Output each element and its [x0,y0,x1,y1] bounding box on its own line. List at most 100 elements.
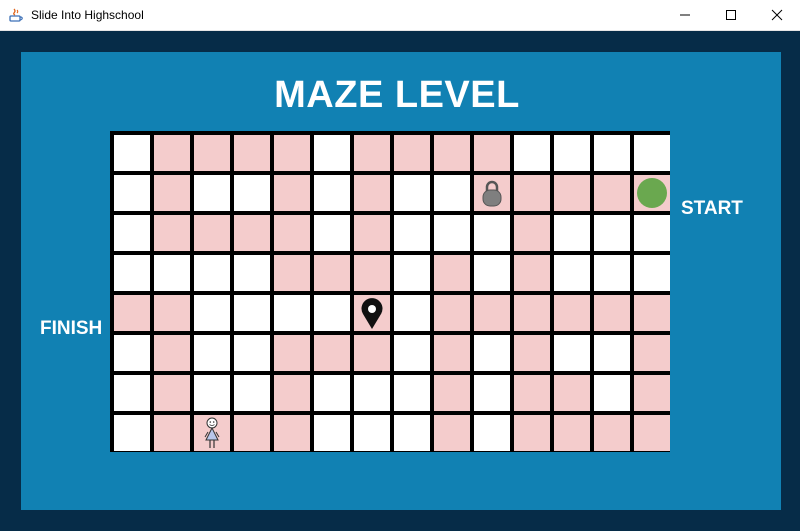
maze-cell[interactable] [274,335,310,371]
maze-cell[interactable] [154,375,190,411]
maze-cell[interactable] [474,295,510,331]
maze-cell[interactable] [634,415,670,451]
maze-cell[interactable] [474,335,510,371]
maze-cell[interactable] [314,255,350,291]
maze-cell[interactable] [274,375,310,411]
maze-grid[interactable] [110,131,670,452]
maze-cell[interactable] [394,175,430,211]
maze-cell[interactable] [394,255,430,291]
maze-cell[interactable] [514,255,550,291]
maze-cell[interactable] [114,375,150,411]
maze-cell[interactable] [634,335,670,371]
maze-cell[interactable] [434,215,470,251]
maze-cell[interactable] [154,255,190,291]
maze-cell[interactable] [474,255,510,291]
maze-cell[interactable] [114,255,150,291]
maze-cell[interactable] [234,175,270,211]
maze-cell[interactable] [554,375,590,411]
maze-cell[interactable] [314,175,350,211]
maze-cell[interactable] [594,215,630,251]
maze-cell[interactable] [234,255,270,291]
maze-cell[interactable] [594,135,630,171]
close-button[interactable] [754,0,800,30]
maze-cell[interactable] [514,375,550,411]
maze-cell[interactable] [514,295,550,331]
maze-cell[interactable] [594,415,630,451]
maze-cell[interactable] [274,295,310,331]
maze-cell[interactable] [354,175,390,211]
maze-cell[interactable] [514,135,550,171]
maze-cell[interactable] [354,375,390,411]
maze-cell[interactable] [634,255,670,291]
maze-cell[interactable] [114,415,150,451]
maze-cell[interactable] [274,415,310,451]
maze-cell[interactable] [554,295,590,331]
maze-cell[interactable] [474,415,510,451]
maze-cell[interactable] [554,415,590,451]
maze-cell[interactable] [434,135,470,171]
maze-cell[interactable] [474,135,510,171]
maximize-button[interactable] [708,0,754,30]
maze-cell[interactable] [274,215,310,251]
maze-cell[interactable] [194,295,230,331]
maze-cell[interactable] [314,375,350,411]
maze-cell[interactable] [394,415,430,451]
maze-cell[interactable] [354,415,390,451]
maze-cell[interactable] [434,335,470,371]
maze-cell[interactable] [274,255,310,291]
maze-cell[interactable] [314,135,350,171]
maze-cell[interactable] [114,215,150,251]
maze-cell[interactable] [394,375,430,411]
maze-cell[interactable] [314,215,350,251]
maze-cell[interactable] [594,375,630,411]
maze-cell[interactable] [594,255,630,291]
minimize-button[interactable] [662,0,708,30]
maze-cell[interactable] [274,175,310,211]
maze-cell[interactable] [354,335,390,371]
maze-cell[interactable] [194,335,230,371]
maze-cell[interactable] [354,135,390,171]
maze-cell[interactable] [594,295,630,331]
maze-cell[interactable] [274,135,310,171]
maze-cell[interactable] [194,175,230,211]
maze-cell[interactable] [394,335,430,371]
maze-cell[interactable] [114,295,150,331]
maze-cell[interactable] [314,295,350,331]
maze-cell[interactable] [154,415,190,451]
maze-cell[interactable] [194,215,230,251]
maze-cell[interactable] [234,135,270,171]
maze-cell[interactable] [594,335,630,371]
maze-cell[interactable] [594,175,630,211]
maze-cell[interactable] [514,335,550,371]
maze-cell[interactable] [434,415,470,451]
maze-cell[interactable] [234,415,270,451]
maze-cell[interactable] [154,295,190,331]
maze-cell[interactable] [554,135,590,171]
maze-cell[interactable] [154,175,190,211]
title-bar[interactable]: Slide Into Highschool [0,0,800,31]
maze-cell[interactable] [634,215,670,251]
maze-cell[interactable] [394,215,430,251]
maze-cell[interactable] [234,375,270,411]
maze-cell[interactable] [434,255,470,291]
maze-cell[interactable] [434,175,470,211]
maze-cell[interactable] [514,415,550,451]
maze-cell[interactable] [154,335,190,371]
maze-cell[interactable] [114,175,150,211]
maze-cell[interactable] [554,335,590,371]
maze-cell[interactable] [354,255,390,291]
maze-cell[interactable] [354,215,390,251]
maze-cell[interactable] [314,335,350,371]
maze-cell[interactable] [154,215,190,251]
stick-figure-icon[interactable] [194,415,230,451]
maze-cell[interactable] [114,335,150,371]
maze-cell[interactable] [394,295,430,331]
maze-cell[interactable] [554,215,590,251]
maze-cell[interactable] [434,375,470,411]
maze-cell[interactable] [394,135,430,171]
maze-cell[interactable] [114,135,150,171]
maze-cell[interactable] [474,215,510,251]
maze-cell[interactable] [434,295,470,331]
maze-cell[interactable] [514,215,550,251]
maze-cell[interactable] [234,215,270,251]
